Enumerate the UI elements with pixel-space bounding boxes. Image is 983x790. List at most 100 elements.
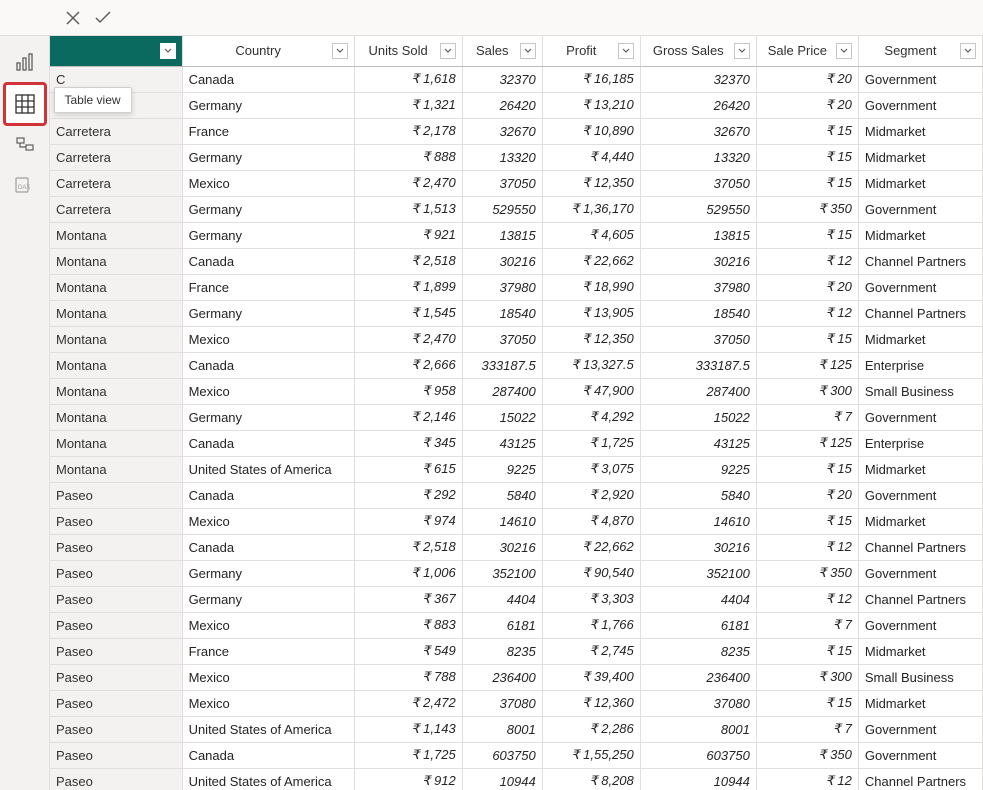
table-row[interactable]: PaseoMexico₹ 2,47237080₹ 12,36037080₹ 15… (50, 690, 983, 716)
cell-sales[interactable]: 236400 (462, 664, 542, 690)
cell-price[interactable]: ₹ 12 (756, 768, 858, 790)
cell-gross[interactable]: 10944 (640, 768, 756, 790)
cell-units[interactable]: ₹ 367 (354, 586, 462, 612)
cell-price[interactable]: ₹ 7 (756, 716, 858, 742)
column-filter-dropdown[interactable] (160, 43, 176, 59)
cell-country[interactable]: Canada (182, 482, 354, 508)
cell-gross[interactable]: 30216 (640, 534, 756, 560)
cell-sales[interactable]: 287400 (462, 378, 542, 404)
cell-price[interactable]: ₹ 15 (756, 690, 858, 716)
cell-units[interactable]: ₹ 958 (354, 378, 462, 404)
cell-sales[interactable]: 32670 (462, 118, 542, 144)
cell-gross[interactable]: 15022 (640, 404, 756, 430)
cell-country[interactable]: Mexico (182, 326, 354, 352)
table-row[interactable]: MontanaMexico₹ 2,47037050₹ 12,35037050₹ … (50, 326, 983, 352)
cell-country[interactable]: Germany (182, 560, 354, 586)
cell-price[interactable]: ₹ 12 (756, 248, 858, 274)
cell-profit[interactable]: ₹ 13,210 (542, 92, 640, 118)
cell-country[interactable]: Canada (182, 534, 354, 560)
column-header-sales[interactable]: Sales (462, 36, 542, 66)
cell-profit[interactable]: ₹ 8,208 (542, 768, 640, 790)
cell-product[interactable]: Montana (50, 456, 182, 482)
cell-profit[interactable]: ₹ 39,400 (542, 664, 640, 690)
cell-sales[interactable]: 333187.5 (462, 352, 542, 378)
table-row[interactable]: PaseoCanada₹ 2,51830216₹ 22,66230216₹ 12… (50, 534, 983, 560)
table-row[interactable]: PaseoMexico₹ 97414610₹ 4,87014610₹ 15Mid… (50, 508, 983, 534)
cell-product[interactable]: Paseo (50, 612, 182, 638)
cell-units[interactable]: ₹ 883 (354, 612, 462, 638)
cell-profit[interactable]: ₹ 16,185 (542, 66, 640, 92)
cell-product[interactable]: Montana (50, 248, 182, 274)
cell-gross[interactable]: 603750 (640, 742, 756, 768)
cell-sales[interactable]: 18540 (462, 300, 542, 326)
cell-product[interactable]: Paseo (50, 716, 182, 742)
column-filter-dropdown[interactable] (332, 43, 348, 59)
cell-product[interactable]: Montana (50, 274, 182, 300)
cell-segment[interactable]: Government (858, 742, 982, 768)
cell-profit[interactable]: ₹ 22,662 (542, 534, 640, 560)
table-row[interactable]: CarreteraGermany₹ 1,513529550₹ 1,36,1705… (50, 196, 983, 222)
column-header-gross[interactable]: Gross Sales (640, 36, 756, 66)
cell-gross[interactable]: 14610 (640, 508, 756, 534)
cell-price[interactable]: ₹ 15 (756, 144, 858, 170)
cell-sales[interactable]: 14610 (462, 508, 542, 534)
column-filter-dropdown[interactable] (618, 43, 634, 59)
cell-segment[interactable]: Midmarket (858, 144, 982, 170)
cell-profit[interactable]: ₹ 12,360 (542, 690, 640, 716)
cell-gross[interactable]: 8235 (640, 638, 756, 664)
cell-profit[interactable]: ₹ 1,766 (542, 612, 640, 638)
cell-segment[interactable]: Government (858, 274, 982, 300)
model-view-button[interactable] (7, 128, 43, 164)
data-grid[interactable]: CountryUnits SoldSalesProfitGross SalesS… (50, 36, 983, 790)
table-row[interactable]: PaseoUnited States of America₹ 91210944₹… (50, 768, 983, 790)
table-row[interactable]: CarreteraMexico₹ 2,47037050₹ 12,35037050… (50, 170, 983, 196)
cell-segment[interactable]: Enterprise (858, 430, 982, 456)
cell-segment[interactable]: Government (858, 196, 982, 222)
cell-profit[interactable]: ₹ 13,905 (542, 300, 640, 326)
cell-segment[interactable]: Midmarket (858, 456, 982, 482)
table-row[interactable]: PaseoFrance₹ 5498235₹ 2,7458235₹ 15Midma… (50, 638, 983, 664)
cell-units[interactable]: ₹ 2,666 (354, 352, 462, 378)
column-header-profit[interactable]: Profit (542, 36, 640, 66)
cell-gross[interactable]: 352100 (640, 560, 756, 586)
cell-product[interactable]: Paseo (50, 742, 182, 768)
cell-gross[interactable]: 37080 (640, 690, 756, 716)
cell-units[interactable]: ₹ 1,899 (354, 274, 462, 300)
cell-price[interactable]: ₹ 20 (756, 66, 858, 92)
cell-gross[interactable]: 18540 (640, 300, 756, 326)
cell-country[interactable]: Germany (182, 300, 354, 326)
formula-commit-button[interactable] (88, 4, 118, 32)
column-filter-dropdown[interactable] (440, 43, 456, 59)
cell-product[interactable]: Paseo (50, 534, 182, 560)
cell-sales[interactable]: 43125 (462, 430, 542, 456)
cell-units[interactable]: ₹ 2,472 (354, 690, 462, 716)
cell-product[interactable]: Montana (50, 430, 182, 456)
cell-profit[interactable]: ₹ 3,075 (542, 456, 640, 482)
cell-price[interactable]: ₹ 12 (756, 300, 858, 326)
cell-units[interactable]: ₹ 615 (354, 456, 462, 482)
cell-segment[interactable]: Channel Partners (858, 586, 982, 612)
cell-profit[interactable]: ₹ 3,303 (542, 586, 640, 612)
cell-sales[interactable]: 10944 (462, 768, 542, 790)
column-header-units[interactable]: Units Sold (354, 36, 462, 66)
cell-segment[interactable]: Government (858, 482, 982, 508)
cell-units[interactable]: ₹ 2,518 (354, 248, 462, 274)
cell-units[interactable]: ₹ 1,513 (354, 196, 462, 222)
cell-segment[interactable]: Small Business (858, 378, 982, 404)
table-row[interactable]: PaseoCanada₹ 1,725603750₹ 1,55,250603750… (50, 742, 983, 768)
cell-sales[interactable]: 6181 (462, 612, 542, 638)
cell-segment[interactable]: Channel Partners (858, 534, 982, 560)
cell-units[interactable]: ₹ 1,618 (354, 66, 462, 92)
cell-price[interactable]: ₹ 15 (756, 326, 858, 352)
cell-gross[interactable]: 236400 (640, 664, 756, 690)
cell-segment[interactable]: Channel Partners (858, 248, 982, 274)
cell-country[interactable]: Germany (182, 144, 354, 170)
cell-segment[interactable]: Government (858, 66, 982, 92)
cell-country[interactable]: Canada (182, 430, 354, 456)
cell-country[interactable]: Germany (182, 196, 354, 222)
cell-price[interactable]: ₹ 15 (756, 638, 858, 664)
cell-country[interactable]: France (182, 118, 354, 144)
cell-units[interactable]: ₹ 1,006 (354, 560, 462, 586)
cell-country[interactable]: France (182, 638, 354, 664)
table-row[interactable]: MontanaCanada₹ 34543125₹ 1,72543125₹ 125… (50, 430, 983, 456)
